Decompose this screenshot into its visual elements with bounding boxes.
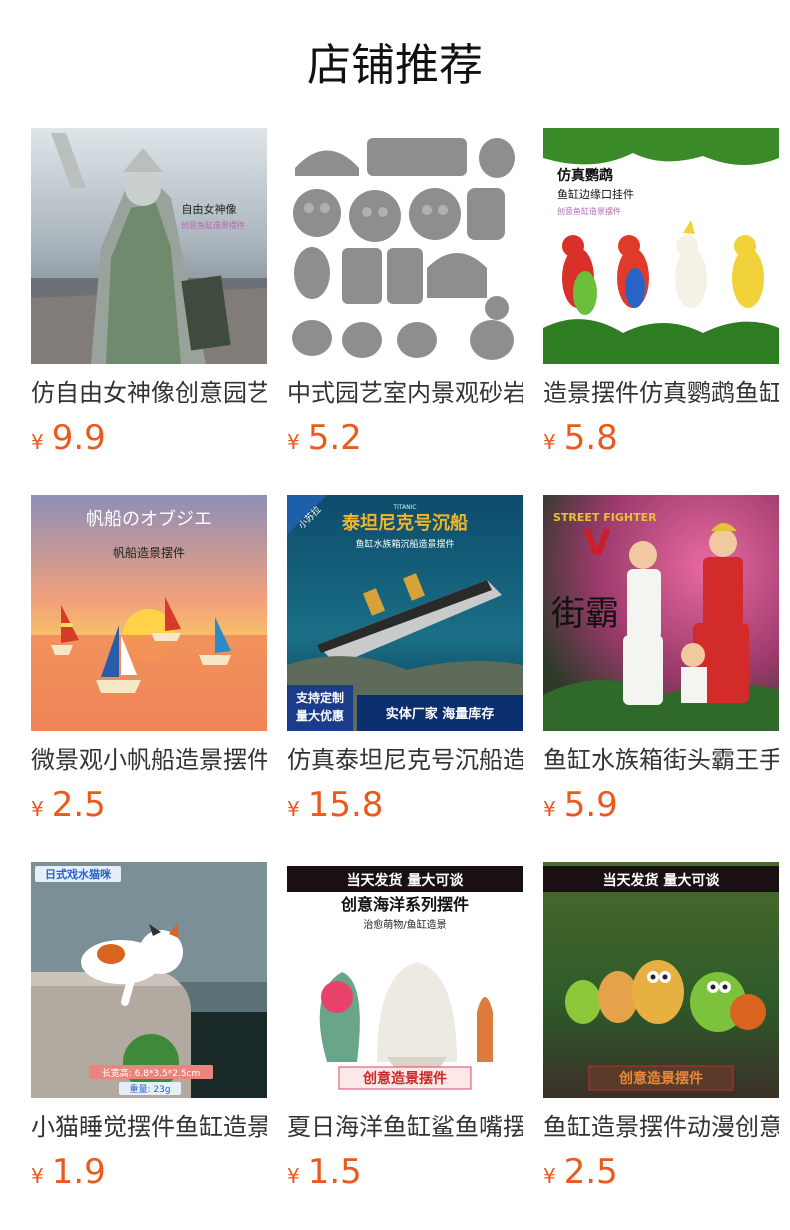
price-value: 5.8 xyxy=(563,418,618,458)
currency-symbol: ¥ xyxy=(31,430,44,454)
price-value: 15.8 xyxy=(307,785,384,825)
image-text: 帆船のオブジエ xyxy=(86,508,212,530)
image-text: 自由女神像 xyxy=(182,202,237,216)
page-title: 店铺推荐 xyxy=(307,40,483,91)
image-text: 量大优惠 xyxy=(296,708,344,723)
image-text: 创意鱼缸造景摆件 xyxy=(557,206,621,216)
product-image[interactable]: 仿真鹦鹉 鱼缸边缘口挂件 创意鱼缸造景摆件 xyxy=(543,128,779,364)
product-price: ¥1.9 xyxy=(31,1150,106,1194)
product-card[interactable]: 当天发货 量大可谈 创意海洋系列摆件 治愈萌物/鱼缸造景 创意造景摆件 夏日海洋… xyxy=(287,862,523,1202)
image-text: V xyxy=(583,523,611,564)
currency-symbol: ¥ xyxy=(31,797,44,821)
image-text: 创意海洋系列摆件 xyxy=(340,895,469,914)
product-image[interactable]: STREET FIGHTER V 街霸 xyxy=(543,495,779,731)
product-card[interactable]: 自由女神像 创意鱼缸造景摆件 仿自由女神像创意园艺 ¥9.9 xyxy=(31,128,267,468)
image-text: 鱼缸水族箱沉船造景摆件 xyxy=(355,538,454,550)
image-text: 长宽高: 6.8*3.5*2.5cm xyxy=(102,1067,201,1079)
product-image[interactable] xyxy=(287,128,523,364)
price-value: 2.5 xyxy=(563,1152,618,1192)
image-text: 当天发货 量大可谈 xyxy=(347,872,465,889)
product-image[interactable]: 小苏拉 TITANIC 泰坦尼克号沉船 鱼缸水族箱沉船造景摆件 支持定制 量大优… xyxy=(287,495,523,731)
currency-symbol: ¥ xyxy=(543,1164,556,1188)
product-image[interactable]: 当天发货 量大可谈 创意造景摆件 xyxy=(543,862,779,1098)
product-price: ¥15.8 xyxy=(287,783,383,827)
product-name[interactable]: 微景观小帆船造景摆件 xyxy=(31,743,267,777)
product-name[interactable]: 鱼缸造景摆件动漫创意 xyxy=(543,1110,779,1144)
product-name[interactable]: 仿自由女神像创意园艺 xyxy=(31,376,267,410)
image-text: 创意造景摆件 xyxy=(618,1070,703,1087)
currency-symbol: ¥ xyxy=(287,1164,300,1188)
product-card[interactable]: 中式园艺室内景观砂岩 ¥5.2 xyxy=(287,128,523,468)
product-image[interactable]: 自由女神像 创意鱼缸造景摆件 xyxy=(31,128,267,364)
product-name[interactable]: 小猫睡觉摆件鱼缸造景 xyxy=(31,1110,267,1144)
image-text: 仿真鹦鹉 xyxy=(557,167,613,184)
product-price: ¥5.9 xyxy=(543,783,618,827)
product-name[interactable]: 仿真泰坦尼克号沉船造 xyxy=(287,743,523,777)
product-image[interactable]: 帆船のオブジエ 帆船造景摆件 xyxy=(31,495,267,731)
product-name[interactable]: 鱼缸水族箱街头霸王手 xyxy=(543,743,779,777)
price-value: 5.9 xyxy=(563,785,618,825)
image-text: 鱼缸边缘口挂件 xyxy=(557,187,634,201)
product-card[interactable]: 仿真鹦鹉 鱼缸边缘口挂件 创意鱼缸造景摆件 造景摆件仿真鹦鹉鱼缸 ¥ 5.8 xyxy=(543,128,779,468)
price-value: 2.5 xyxy=(51,785,106,825)
product-image[interactable]: 当天发货 量大可谈 创意海洋系列摆件 治愈萌物/鱼缸造景 创意造景摆件 xyxy=(287,862,523,1098)
image-text: 街霸 xyxy=(551,594,619,634)
product-card[interactable]: 帆船のオブジエ 帆船造景摆件 微景观小帆船造景摆件 ¥2.5 xyxy=(31,495,267,835)
currency-symbol: ¥ xyxy=(31,1164,44,1188)
product-price: ¥2.5 xyxy=(543,1150,618,1194)
currency-symbol: ¥ xyxy=(543,430,556,454)
product-name[interactable]: 造景摆件仿真鹦鹉鱼缸 xyxy=(543,376,779,410)
image-text: 帆船造景摆件 xyxy=(113,545,185,560)
product-price: ¥5.8 xyxy=(543,416,618,460)
price-value: 9.9 xyxy=(51,418,106,458)
currency-symbol: ¥ xyxy=(543,797,556,821)
product-card[interactable]: 小苏拉 TITANIC 泰坦尼克号沉船 鱼缸水族箱沉船造景摆件 支持定制 量大优… xyxy=(287,495,523,835)
currency-symbol: ¥ xyxy=(287,797,300,821)
product-price: ¥5.2 xyxy=(287,416,362,460)
price-value: 1.9 xyxy=(51,1152,106,1192)
currency-symbol: ¥ xyxy=(287,430,300,454)
product-name[interactable]: 中式园艺室内景观砂岩 xyxy=(287,376,523,410)
product-price: ¥2.5 xyxy=(31,783,106,827)
price-value: 1.5 xyxy=(307,1152,362,1192)
image-text: 实体厂家 海量库存 xyxy=(386,706,495,722)
image-text: 日式戏水猫咪 xyxy=(45,867,112,881)
product-card[interactable]: STREET FIGHTER V 街霸 鱼缸水族箱街头霸王手 ¥5.9 xyxy=(543,495,779,835)
image-text: 当天发货 量大可谈 xyxy=(603,872,721,889)
image-text: TITANIC xyxy=(392,504,416,511)
image-text: 创意鱼缸造景摆件 xyxy=(181,220,245,230)
image-text: 泰坦尼克号沉船 xyxy=(341,512,468,534)
product-price: ¥1.5 xyxy=(287,1150,362,1194)
image-text: 支持定制 xyxy=(295,690,344,705)
image-text: 治愈萌物/鱼缸造景 xyxy=(363,918,446,931)
product-card[interactable]: 日式戏水猫咪 长宽高: 6.8*3.5*2.5cm 重量: 23g 小猫睡觉摆件… xyxy=(31,862,267,1202)
price-value: 5.2 xyxy=(307,418,362,458)
product-name[interactable]: 夏日海洋鱼缸鲨鱼嘴摆 xyxy=(287,1110,523,1144)
product-image[interactable]: 日式戏水猫咪 长宽高: 6.8*3.5*2.5cm 重量: 23g xyxy=(31,862,267,1098)
image-text: 重量: 23g xyxy=(129,1083,170,1095)
product-card[interactable]: 当天发货 量大可谈 创意造景摆件 鱼缸造景摆件动漫创意 ¥2.5 xyxy=(543,862,779,1202)
product-price: ¥9.9 xyxy=(31,416,106,460)
image-text: 创意造景摆件 xyxy=(362,1070,447,1087)
